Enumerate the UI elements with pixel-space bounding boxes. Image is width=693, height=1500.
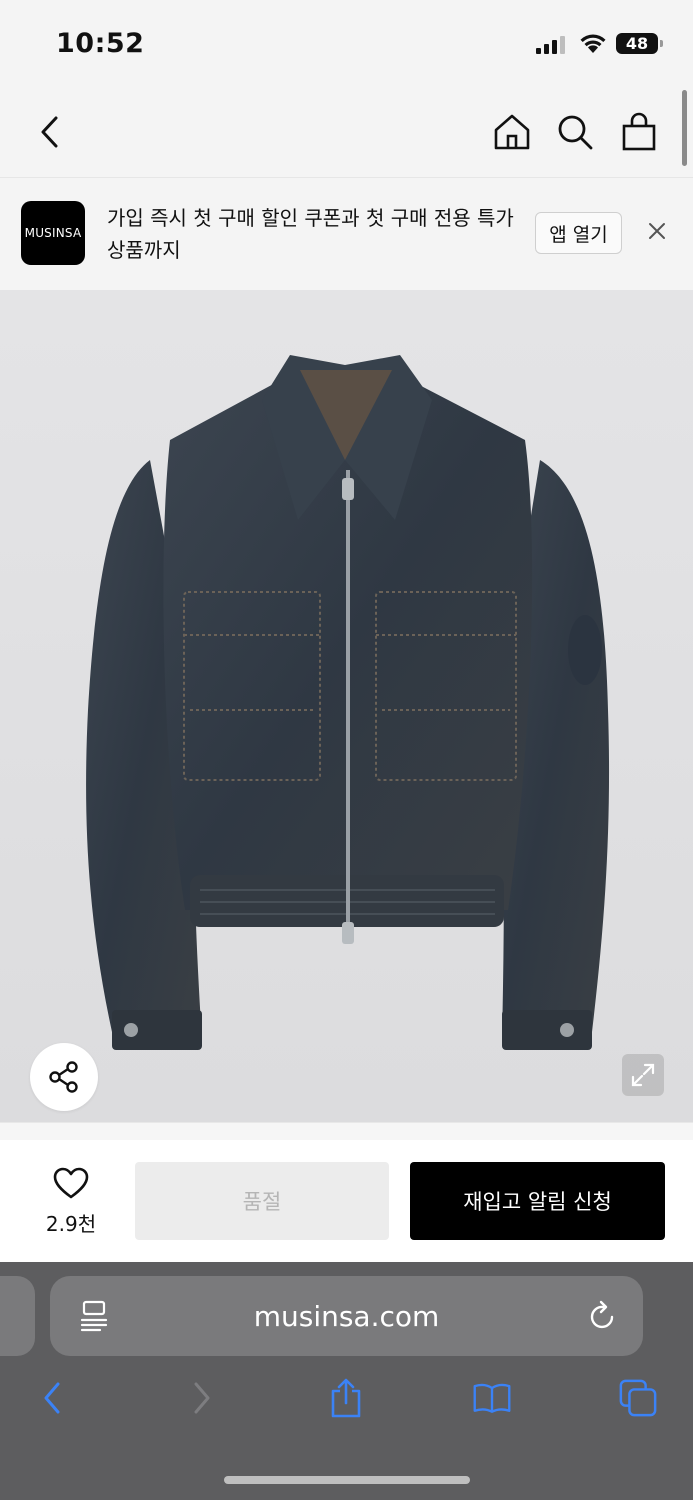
book-icon xyxy=(473,1383,511,1413)
reload-icon[interactable] xyxy=(588,1300,618,1332)
search-button[interactable] xyxy=(551,108,599,156)
bookmarks-button[interactable] xyxy=(472,1378,512,1418)
like-button[interactable]: 2.9천 xyxy=(30,1166,112,1237)
banner-message: 가입 즉시 첫 구매 할인 쿠폰과 첫 구매 전용 특가 상품까지 xyxy=(107,206,514,262)
section-divider xyxy=(0,1122,693,1140)
sold-out-button: 품절 xyxy=(135,1162,389,1240)
chevron-left-icon xyxy=(41,116,58,148)
status-time: 10:52 xyxy=(56,28,145,59)
home-icon xyxy=(494,114,530,150)
home-indicator[interactable] xyxy=(224,1476,470,1484)
url-text: musinsa.com xyxy=(253,1299,440,1333)
address-bar[interactable]: musinsa.com xyxy=(50,1276,643,1356)
expand-icon xyxy=(631,1063,655,1087)
browser-toolbar: musinsa.com xyxy=(0,1262,693,1500)
back-button[interactable] xyxy=(26,108,74,156)
cart-button[interactable] xyxy=(615,108,663,156)
top-navigation xyxy=(0,88,693,178)
status-bar: 10:52 48 xyxy=(0,0,693,88)
close-banner-button[interactable] xyxy=(642,216,672,246)
purchase-bar: 2.9천 품절 재입고 알림 신청 xyxy=(0,1140,693,1262)
share-icon xyxy=(49,1061,78,1093)
browser-forward-button[interactable] xyxy=(182,1378,222,1418)
cellular-signal-icon xyxy=(536,36,565,54)
chevron-right-icon xyxy=(194,1382,210,1414)
denim-jacket-image xyxy=(86,355,610,1050)
wifi-icon xyxy=(580,34,606,53)
browser-back-button[interactable] xyxy=(32,1378,72,1418)
home-button[interactable] xyxy=(488,108,536,156)
previous-tab-peek[interactable] xyxy=(0,1276,35,1356)
share-button[interactable] xyxy=(30,1043,98,1111)
share-upload-icon xyxy=(331,1378,361,1418)
battery-indicator: 48 xyxy=(616,33,663,54)
chevron-left-icon xyxy=(44,1382,60,1414)
expand-image-button[interactable] xyxy=(622,1054,664,1096)
heart-icon xyxy=(53,1167,89,1199)
search-icon xyxy=(558,115,593,150)
scroll-indicator[interactable] xyxy=(682,90,687,166)
musinsa-logo: MUSINSA xyxy=(21,201,85,265)
open-app-button[interactable]: 앱 열기 xyxy=(535,212,622,254)
tabs-button[interactable] xyxy=(618,1378,658,1418)
product-image-area[interactable] xyxy=(0,290,693,1122)
share-page-button[interactable] xyxy=(326,1378,366,1418)
app-install-banner: MUSINSA 가입 즉시 첫 구매 할인 쿠폰과 첫 구매 전용 특가 상품까… xyxy=(0,178,693,290)
like-count: 2.9천 xyxy=(45,1212,97,1236)
close-icon xyxy=(649,223,665,239)
restock-alert-button[interactable]: 재입고 알림 신청 xyxy=(410,1162,665,1240)
shopping-bag-icon xyxy=(622,112,656,151)
tabs-icon xyxy=(619,1379,657,1417)
